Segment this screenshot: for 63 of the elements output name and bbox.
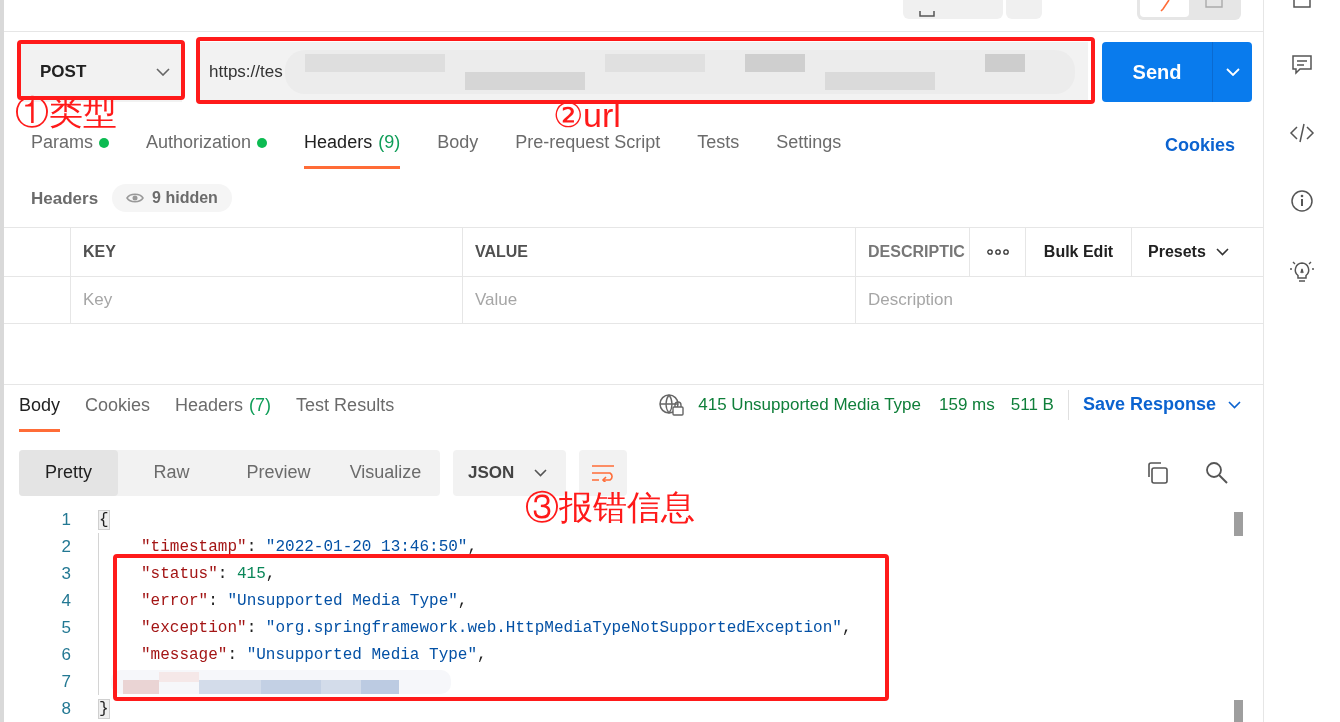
line-number: 7 <box>60 670 72 693</box>
view-mode-tab[interactable]: Pretty <box>19 449 118 496</box>
line-number: 1 <box>60 508 72 531</box>
save-button[interactable] <box>903 0 1003 19</box>
tab[interactable]: Tests <box>697 129 740 170</box>
column-header: VALUE <box>475 241 529 262</box>
scrollbar-thumb[interactable] <box>1234 700 1243 722</box>
code-line: "timestamp": "2022-01-20 13:46:50", <box>141 536 478 558</box>
chevron-down-icon <box>1228 400 1241 409</box>
status-text: 415 Unsupported Media Type <box>698 394 921 417</box>
code-line: "error": "Unsupported Media Type", <box>141 590 468 612</box>
tab[interactable]: Cookies <box>85 391 151 432</box>
scrollbar-thumb[interactable] <box>1234 512 1243 537</box>
column-header: DESCRIPTIC <box>868 241 965 262</box>
code-line: "exception": "org.springframework.web.HttpMediaTypeNotSupportedException", <box>141 617 852 639</box>
line-number: 4 <box>60 589 72 612</box>
tab[interactable]: Params <box>31 129 109 170</box>
response-size: 511 B <box>1010 394 1054 417</box>
column-header: KEY <box>83 241 116 262</box>
tab[interactable]: Authorization <box>146 129 268 170</box>
section-title: Headers <box>31 187 99 210</box>
search-icon[interactable] <box>1205 460 1229 485</box>
document-icon[interactable] <box>1293 0 1311 8</box>
chevron-down-icon <box>534 468 548 477</box>
view-mode-tab[interactable]: Raw <box>118 449 225 496</box>
code-line: "status": 415, <box>141 563 276 585</box>
line-number: 8 <box>60 697 72 720</box>
line-number: 5 <box>60 616 72 639</box>
wrap-icon <box>591 463 615 482</box>
send-button[interactable]: Send <box>1102 41 1252 102</box>
lightbulb-icon[interactable] <box>1289 259 1315 285</box>
tab[interactable]: Body <box>437 129 479 170</box>
chevron-down-icon <box>1215 247 1229 256</box>
tab[interactable]: Settings <box>776 129 842 170</box>
presets-dropdown[interactable]: Presets <box>1132 228 1263 276</box>
line-number: 6 <box>60 643 72 666</box>
code-line: "message": "Unsupported Media Type", <box>141 644 487 666</box>
tab[interactable]: Pre-request Script <box>515 129 661 170</box>
bulk-edit-button[interactable]: Bulk Edit <box>1043 239 1114 264</box>
comment-icon[interactable] <box>1291 54 1313 76</box>
tab[interactable]: Headers (7) <box>175 391 272 432</box>
globe-lock-icon <box>658 392 685 417</box>
tab[interactable]: Headers (9) <box>304 129 401 170</box>
chevron-down-icon <box>156 67 170 76</box>
info-icon[interactable] <box>1290 189 1314 213</box>
copy-icon[interactable] <box>1145 460 1169 485</box>
cookies-link[interactable]: Cookies <box>1164 132 1235 170</box>
code-icon[interactable] <box>1289 123 1315 143</box>
response-time: 159 ms <box>939 394 995 417</box>
save-response-dropdown[interactable]: Save Response <box>1082 391 1241 419</box>
tab[interactable]: Body <box>19 391 61 432</box>
view-mode-tab[interactable]: Preview <box>225 449 332 496</box>
chevron-down-icon[interactable] <box>1226 67 1240 76</box>
eye-icon <box>126 192 145 205</box>
view-toggle[interactable] <box>1137 0 1241 20</box>
line-number: 3 <box>60 562 72 585</box>
tab[interactable]: Test Results <box>296 391 395 432</box>
comment-icon <box>1204 0 1223 10</box>
save-icon <box>919 11 935 17</box>
hidden-headers-chip[interactable]: 9 hidden <box>112 184 232 213</box>
line-number: 2 <box>60 535 72 558</box>
view-mode-tab[interactable]: Visualize <box>332 449 439 496</box>
more-icon[interactable] <box>986 248 1009 255</box>
